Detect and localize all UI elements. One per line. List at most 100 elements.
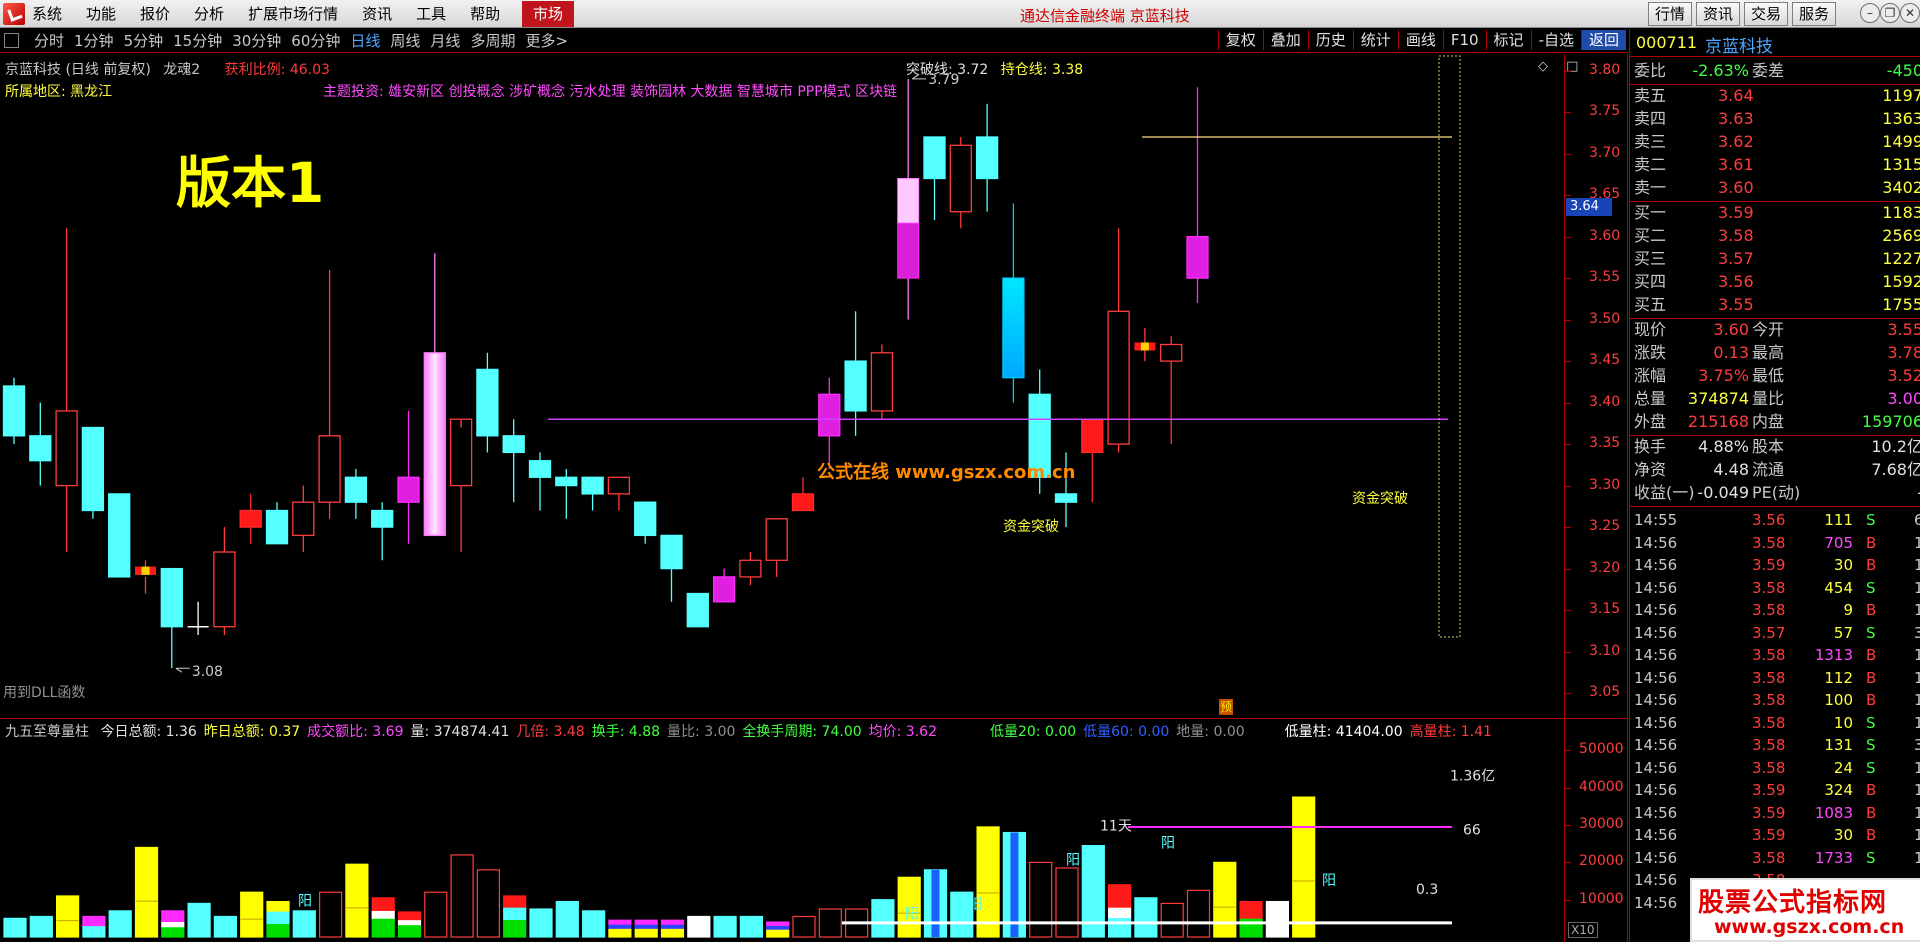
candle[interactable] xyxy=(292,485,315,552)
volume-bar[interactable] xyxy=(3,917,27,938)
candle[interactable] xyxy=(949,137,972,229)
volume-bar[interactable] xyxy=(319,891,343,938)
volume-bar[interactable] xyxy=(1134,897,1158,938)
candle[interactable] xyxy=(975,103,999,212)
volume-bar[interactable] xyxy=(213,915,237,938)
candle[interactable] xyxy=(108,493,131,578)
tick-row[interactable]: 14:56 3.58 705 B 1 xyxy=(1630,532,1920,554)
candle[interactable] xyxy=(81,426,105,519)
tick-row[interactable]: 14:56 3.59 1083 B 1 xyxy=(1630,802,1920,824)
candle[interactable] xyxy=(423,253,446,537)
tool-stats[interactable]: 统计 xyxy=(1352,30,1398,50)
menu-function[interactable]: 功能 xyxy=(86,4,116,24)
ask-row[interactable]: 卖三 3.62 1499 xyxy=(1630,131,1920,154)
period-weekly[interactable]: 周线 xyxy=(390,31,420,51)
volume-bar[interactable] xyxy=(739,915,764,938)
quotes-button[interactable]: 行情 xyxy=(1648,2,1693,26)
period-daily[interactable]: 日线 xyxy=(350,31,380,51)
candle[interactable] xyxy=(634,501,657,544)
period-60min[interactable]: 60分钟 xyxy=(291,31,340,51)
tick-row[interactable]: 14:56 3.58 9 B 1 xyxy=(1630,599,1920,621)
volume-bar[interactable] xyxy=(713,915,737,938)
tool-f10[interactable]: F10 xyxy=(1442,30,1486,50)
volume-bar[interactable] xyxy=(871,899,895,938)
period-15min[interactable]: 15分钟 xyxy=(173,31,222,51)
tick-row[interactable]: 14:55 3.56 111 S 6 xyxy=(1630,509,1920,531)
tick-row[interactable]: 14:56 3.59 324 B 1 xyxy=(1630,779,1920,801)
candle[interactable] xyxy=(1002,203,1025,403)
candle[interactable] xyxy=(712,568,736,603)
volume-bar[interactable] xyxy=(1265,900,1290,938)
volume-bar[interactable] xyxy=(450,854,474,938)
tick-row[interactable]: 14:56 3.58 100 B 1 xyxy=(1630,689,1920,711)
period-5min[interactable]: 5分钟 xyxy=(124,31,164,51)
tick-row[interactable]: 14:56 3.58 24 S 1 xyxy=(1630,757,1920,779)
candle[interactable] xyxy=(555,469,578,519)
restore-icon[interactable]: ❐ xyxy=(1880,3,1900,23)
volume-bar[interactable] xyxy=(1160,902,1184,938)
indicator-name[interactable]: 龙魂2 xyxy=(163,62,200,78)
volume-bar[interactable] xyxy=(161,910,185,938)
trade-button[interactable]: 交易 xyxy=(1744,2,1789,26)
menu-quote[interactable]: 报价 xyxy=(140,4,170,24)
ask-row[interactable]: 卖二 3.61 1315 xyxy=(1630,154,1920,177)
candle[interactable] xyxy=(344,469,368,519)
tick-row[interactable]: 14:56 3.58 1313 B 1 xyxy=(1630,644,1920,666)
candle[interactable] xyxy=(870,344,894,420)
tool-mark[interactable]: 标记 xyxy=(1485,30,1531,50)
volume-bar[interactable] xyxy=(1239,900,1263,938)
candle[interactable] xyxy=(135,560,156,594)
candle[interactable] xyxy=(923,136,946,220)
menu-tools[interactable]: 工具 xyxy=(416,4,446,24)
volume-bar[interactable] xyxy=(187,902,211,938)
close-icon[interactable]: ✕ xyxy=(1900,3,1920,23)
candle[interactable] xyxy=(1081,418,1104,503)
candle[interactable] xyxy=(29,402,52,486)
candle[interactable] xyxy=(897,78,920,320)
volume-bar[interactable] xyxy=(397,911,422,938)
volume-bar[interactable] xyxy=(581,910,606,938)
candle[interactable] xyxy=(265,502,289,545)
bid-row[interactable]: 买四 3.56 1592 xyxy=(1630,271,1920,294)
volume-bar[interactable] xyxy=(29,915,53,938)
period-multi[interactable]: 多周期 xyxy=(470,31,515,51)
tool-overlay[interactable]: 叠加 xyxy=(1262,30,1308,50)
market-tab[interactable]: 市场 xyxy=(522,1,574,27)
volume-bar[interactable] xyxy=(976,826,1000,938)
candle[interactable] xyxy=(2,377,26,445)
menu-system[interactable]: 系统 xyxy=(32,4,62,24)
tick-row[interactable]: 14:56 3.59 30 B 1 xyxy=(1630,554,1920,576)
volume-bar[interactable] xyxy=(424,891,448,938)
period-1min[interactable]: 1分钟 xyxy=(74,31,114,51)
candle[interactable] xyxy=(1186,87,1209,303)
layout-toggle-icon[interactable] xyxy=(4,33,19,48)
menu-extended-market[interactable]: 扩展市场行情 xyxy=(248,4,338,24)
tool-adjust[interactable]: 复权 xyxy=(1217,30,1263,50)
volume-bar[interactable] xyxy=(1292,796,1316,938)
tick-row[interactable]: 14:56 3.58 112 B 1 xyxy=(1630,667,1920,689)
tool-back[interactable]: 返回 xyxy=(1580,30,1626,50)
candle[interactable] xyxy=(607,476,631,511)
stock-code[interactable]: 000711 xyxy=(1636,33,1697,52)
volume-bar[interactable] xyxy=(345,863,369,938)
period-30min[interactable]: 30分钟 xyxy=(232,31,281,51)
tool-watchlist[interactable]: -自选 xyxy=(1530,30,1581,50)
volume-bar[interactable] xyxy=(660,919,685,938)
candle[interactable] xyxy=(160,567,183,669)
ask-row[interactable]: 卖一 3.60 3402 xyxy=(1630,177,1920,200)
volume-bar[interactable] xyxy=(82,915,106,938)
volume-bar[interactable] xyxy=(240,891,264,938)
bid-row[interactable]: 买三 3.57 1227 xyxy=(1630,248,1920,271)
candle[interactable] xyxy=(213,527,236,635)
kline-chart[interactable]: 3.79 3.08 京蓝科技 (日线 前复权) 龙魂2 获利比例: 46.03 突… xyxy=(0,54,1628,718)
volume-chart[interactable]: 1.36亿 66 11天 0.3 阳阳阳阳阳阳 九五至尊量柱 今日总额: 1.36 昨日总… xyxy=(0,718,1628,942)
bid-row[interactable]: 买二 3.58 2569 xyxy=(1630,225,1920,248)
volume-bar[interactable] xyxy=(371,897,395,938)
diamond-icon[interactable]: ◇ xyxy=(1538,59,1548,74)
candle[interactable] xyxy=(55,228,78,552)
volume-bar[interactable] xyxy=(687,915,711,938)
candle[interactable] xyxy=(686,592,709,628)
tick-row[interactable]: 14:56 3.57 57 S 3 xyxy=(1630,622,1920,644)
candle[interactable] xyxy=(449,418,473,552)
volume-bar[interactable] xyxy=(134,846,159,938)
